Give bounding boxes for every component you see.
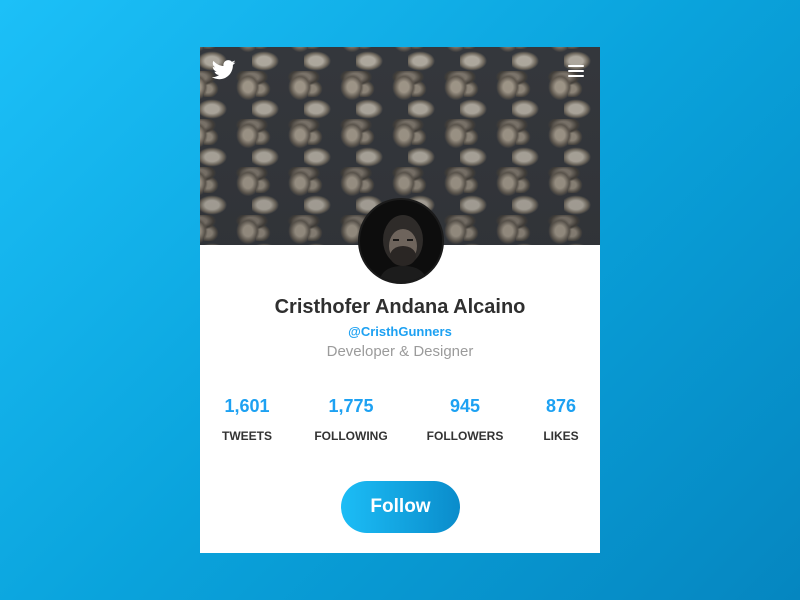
- stat-following[interactable]: 1,775 FOLLOWING: [314, 396, 387, 443]
- stat-value: 1,601: [224, 396, 270, 416]
- twitter-bird-icon[interactable]: [212, 59, 236, 81]
- stat-likes[interactable]: 876 LIKES: [543, 396, 578, 443]
- stat-label: FOLLOWING: [314, 429, 388, 443]
- stat-followers[interactable]: 945 FOLLOWERS: [427, 396, 504, 443]
- profile-card: Cristhofer Andana Alcaino @CristhGunners…: [200, 47, 600, 553]
- stat-tweets[interactable]: 1,601 TWEETS: [222, 396, 272, 443]
- stat-label: FOLLOWERS: [426, 429, 504, 443]
- avatar[interactable]: [358, 198, 444, 284]
- follow-button[interactable]: Follow: [341, 481, 460, 533]
- stat-label: LIKES: [543, 429, 579, 443]
- profile-bio: Developer & Designer: [326, 343, 474, 360]
- stat-value: 945: [449, 396, 481, 416]
- stat-label: TWEETS: [222, 429, 272, 443]
- hamburger-menu-icon[interactable]: [568, 65, 584, 77]
- stat-value: 876: [545, 396, 577, 416]
- profile-handle[interactable]: @CristhGunners: [200, 324, 600, 339]
- profile-name: Cristhofer Andana Alcaino: [274, 296, 526, 318]
- stat-value: 1,775: [328, 396, 374, 416]
